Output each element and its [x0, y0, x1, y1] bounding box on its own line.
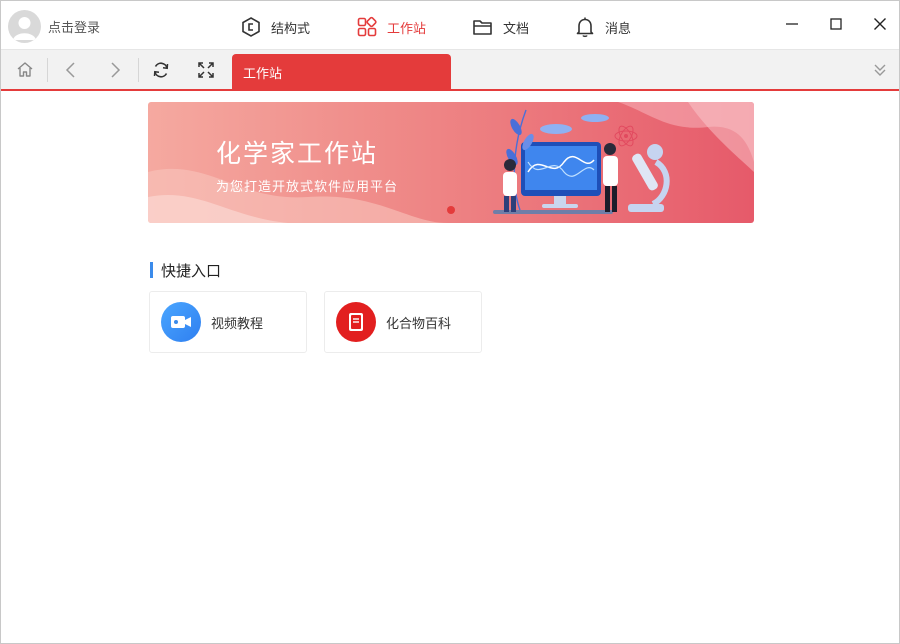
maximize-icon — [830, 18, 842, 30]
app-window: 点击登录 结构式 工作站 文档 消息 工作站 化学家工作站 为您打造开放式软件应… — [0, 0, 900, 644]
tab-messages-label: 消息 — [605, 21, 632, 37]
minimize-button[interactable] — [780, 12, 804, 36]
expand-icon — [198, 62, 214, 78]
bell-icon — [574, 16, 596, 38]
forward-button[interactable] — [103, 59, 127, 81]
toolbar-divider — [47, 58, 48, 82]
tab-documents[interactable]: 文档 — [472, 15, 529, 39]
banner-subtitle: 为您打造开放式软件应用平台 — [216, 180, 399, 195]
book-icon — [336, 302, 376, 342]
quick-entry-header: 快捷入口 — [150, 260, 221, 280]
tab-workstation-label: 工作站 — [387, 21, 427, 37]
user-icon — [13, 16, 36, 40]
title-bar: 点击登录 结构式 工作站 文档 消息 — [1, 1, 899, 49]
quick-card-label: 视频教程 — [211, 316, 264, 332]
quick-card-label: 化合物百科 — [386, 316, 452, 332]
minimize-icon — [786, 23, 798, 25]
maximize-button[interactable] — [824, 12, 848, 36]
banner-title: 化学家工作站 — [216, 139, 379, 168]
banner-carousel[interactable]: 化学家工作站 为您打造开放式软件应用平台 — [148, 102, 754, 223]
tab-workstation-page[interactable]: 工作站 — [232, 54, 451, 90]
refresh-icon — [153, 62, 169, 78]
quick-card-compound-encyclopedia[interactable]: 化合物百科 — [324, 291, 482, 353]
toolbar: 工作站 — [1, 49, 899, 91]
tab-documents-label: 文档 — [503, 21, 530, 37]
tab-workstation[interactable]: 工作站 — [356, 15, 426, 39]
close-button[interactable] — [868, 12, 892, 36]
tab-messages[interactable]: 消息 — [574, 15, 631, 39]
login-link[interactable]: 点击登录 — [48, 17, 100, 36]
fullscreen-button[interactable] — [194, 59, 218, 81]
home-button[interactable] — [13, 59, 37, 81]
tab-structure-label: 结构式 — [271, 21, 311, 37]
workstation-icon — [356, 16, 378, 38]
video-camera-icon — [161, 302, 201, 342]
home-icon — [17, 62, 33, 77]
double-chevron-down-icon — [874, 64, 886, 76]
close-icon — [874, 18, 886, 30]
quick-card-video-tutorial[interactable]: 视频教程 — [149, 291, 307, 353]
structure-icon — [240, 16, 262, 38]
avatar[interactable] — [8, 9, 41, 43]
chevron-left-icon — [65, 62, 75, 78]
back-button[interactable] — [59, 59, 83, 81]
toolbar-divider — [138, 58, 139, 82]
refresh-button[interactable] — [149, 59, 173, 81]
tab-list-button[interactable] — [868, 59, 892, 81]
login-area[interactable]: 点击登录 — [8, 9, 100, 43]
tab-structure[interactable]: 结构式 — [240, 15, 310, 39]
folder-icon — [472, 16, 494, 38]
carousel-indicator[interactable] — [447, 206, 455, 214]
section-accent-bar — [150, 262, 153, 278]
chevron-right-icon — [111, 62, 121, 78]
section-title: 快捷入口 — [161, 261, 222, 280]
